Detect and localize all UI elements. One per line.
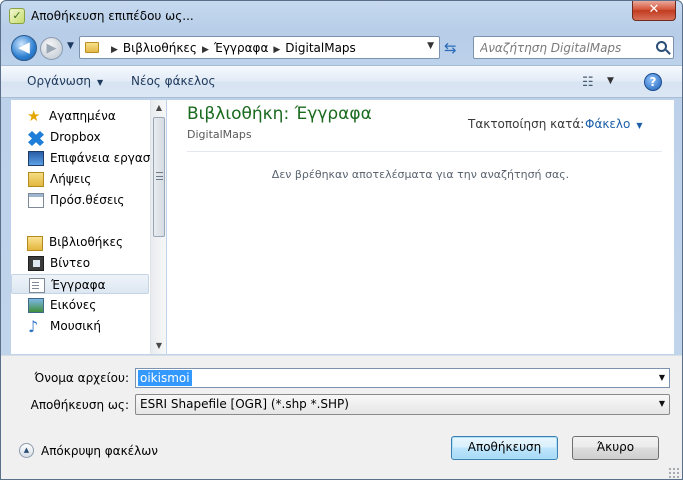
filename-value: oikismoi xyxy=(138,370,192,386)
scroll-thumb[interactable] xyxy=(153,117,165,237)
save-options-panel: Όνομα αρχείου: oikismoi ▼ Αποθήκευση ως:… xyxy=(1,355,682,479)
libraries-icon xyxy=(27,236,43,251)
qgis-app-icon: ✓ xyxy=(9,8,25,24)
sidebar-item-label: Βίντεο xyxy=(50,256,91,270)
sidebar-item-downloads[interactable]: Λήψεις xyxy=(11,169,149,189)
music-note-icon: ♪ xyxy=(28,317,39,336)
cancel-button[interactable]: Άκυρο xyxy=(572,436,659,460)
sidebar-item-label: Επιφάνεια εργασ xyxy=(50,151,150,165)
library-subtitle: DigitalMaps xyxy=(187,128,252,141)
resize-grip-icon[interactable] xyxy=(668,467,680,479)
desktop-icon xyxy=(28,151,44,166)
window-title: Αποθήκευση επιπέδου ως... xyxy=(31,9,194,23)
sidebar-item-music[interactable]: ♪ Μουσική xyxy=(11,316,149,336)
sidebar-item-pictures[interactable]: Εικόνες xyxy=(11,295,149,315)
sidebar-item-libraries[interactable]: Βιβλιοθήκες xyxy=(11,232,149,252)
refresh-icon[interactable]: ⇆ xyxy=(444,39,457,57)
organize-label: Οργάνωση xyxy=(27,74,92,88)
address-bar[interactable]: ▶ Βιβλιοθήκες ▶ Έγγραφα ▶ DigitalMaps ▼ xyxy=(79,36,440,59)
forward-button[interactable]: ▶ xyxy=(40,37,63,60)
sidebar-item-favorites[interactable]: ★ Αγαπημένα xyxy=(11,106,149,126)
navigation-pane: ★ Αγαπημένα Dropbox Επιφάνεια εργασ Λήψε… xyxy=(11,100,166,354)
back-button[interactable]: ◀ xyxy=(11,35,37,61)
sidebar-item-label: Μουσική xyxy=(50,319,101,333)
navigation-scrollbar[interactable]: ▲ ▼ xyxy=(150,100,166,354)
sidebar-item-label: Dropbox xyxy=(50,130,101,144)
sidebar-item-label: Πρόσ.θέσεις xyxy=(50,193,125,207)
video-icon xyxy=(28,256,44,271)
breadcrumb-documents[interactable]: Έγγραφα xyxy=(214,41,269,55)
pictures-icon xyxy=(28,298,44,313)
title-bar: ✓ Αποθήκευση επιπέδου ως... ✕ xyxy=(1,1,682,31)
arrange-by-value: Φάκελο xyxy=(585,117,631,131)
navigation-bar: ◀ ▶ ▼ ▶ Βιβλιοθήκες ▶ Έγγραφα ▶ DigitalMaps ▼… xyxy=(1,31,682,63)
breadcrumb-libraries[interactable]: Βιβλιοθήκες xyxy=(123,41,197,55)
save-as-type-label: Αποθήκευση ως: xyxy=(30,398,129,412)
save-as-type-value: ESRI Shapefile [OGR] (*.shp *.SHP) xyxy=(140,397,349,411)
grip-icon xyxy=(156,172,163,180)
arrange-by-label: Τακτοποίηση κατά: xyxy=(468,117,585,131)
chevron-down-icon: ▼ xyxy=(658,399,665,408)
chevron-up-icon: ▲ xyxy=(19,443,34,458)
library-title: Βιβλιοθήκη: Έγγραφα xyxy=(187,104,372,124)
search-icon[interactable] xyxy=(656,41,667,52)
filename-label: Όνομα αρχείου: xyxy=(34,371,130,385)
sidebar-item-dropbox[interactable]: Dropbox xyxy=(11,127,149,147)
new-folder-button[interactable]: Νέος φάκελος xyxy=(131,74,216,88)
sidebar-item-videos[interactable]: Βίντεο xyxy=(11,253,149,273)
documents-icon xyxy=(29,278,45,293)
breadcrumb-separator-icon[interactable]: ▶ xyxy=(273,45,280,55)
scroll-down-icon[interactable]: ▼ xyxy=(151,338,167,354)
chevron-down-icon: ▼ xyxy=(97,78,104,87)
sidebar-item-label: Αγαπημένα xyxy=(49,109,116,123)
dropbox-icon xyxy=(28,131,44,146)
empty-results-message: Δεν βρέθηκαν αποτελέσματα για την αναζήτ… xyxy=(271,168,570,181)
breadcrumb-digitalmaps[interactable]: DigitalMaps xyxy=(285,41,356,55)
scroll-up-icon[interactable]: ▲ xyxy=(151,100,167,116)
star-icon: ★ xyxy=(27,107,41,125)
sidebar-item-desktop[interactable]: Επιφάνεια εργασ xyxy=(11,148,150,168)
downloads-folder-icon xyxy=(28,172,44,187)
filename-field[interactable]: oikismoi ▼ xyxy=(135,368,670,388)
address-dropdown-icon[interactable]: ▼ xyxy=(427,41,434,51)
hide-folders-label: Απόκρυψη φακέλων xyxy=(41,444,158,458)
sidebar-item-label: Έγγραφα xyxy=(51,278,106,292)
search-box[interactable] xyxy=(473,36,674,59)
folder-icon xyxy=(85,42,99,53)
recent-locations-dropdown-icon[interactable]: ▼ xyxy=(67,41,74,51)
chevron-down-icon: ▼ xyxy=(636,121,643,130)
breadcrumb-separator-icon[interactable]: ▶ xyxy=(111,45,118,55)
sidebar-item-label: Βιβλιοθήκες xyxy=(49,235,124,249)
view-options-icon[interactable]: ☷ xyxy=(582,75,594,90)
view-dropdown-icon[interactable]: ▼ xyxy=(607,76,614,86)
sidebar-item-recent-places[interactable]: Πρόσ.θέσεις xyxy=(11,190,149,210)
sidebar-item-label: Λήψεις xyxy=(50,172,92,186)
save-button[interactable]: Αποθήκευση xyxy=(451,436,558,460)
save-layer-dialog: ✓ Αποθήκευση επιπέδου ως... ✕ ◀ ▶ ▼ ▶ Βιβ… xyxy=(0,0,683,480)
command-bar: Οργάνωση ▼ Νέος φάκελος ☷ ▼ ? xyxy=(1,65,682,98)
header-divider xyxy=(187,151,662,152)
sidebar-item-documents[interactable]: Έγγραφα xyxy=(11,274,149,294)
search-input[interactable] xyxy=(478,38,650,57)
file-list-pane[interactable]: Βιβλιοθήκη: Έγγραφα DigitalMaps Τακτοποί… xyxy=(167,100,674,354)
organize-menu[interactable]: Οργάνωση ▼ xyxy=(27,74,103,88)
breadcrumb-separator-icon[interactable]: ▶ xyxy=(202,45,209,55)
sidebar-item-label: Εικόνες xyxy=(50,298,97,312)
close-button[interactable]: ✕ xyxy=(632,1,676,21)
arrange-by-dropdown[interactable]: Φάκελο ▼ xyxy=(585,117,643,131)
save-as-type-select[interactable]: ESRI Shapefile [OGR] (*.shp *.SHP) ▼ xyxy=(135,394,670,415)
help-icon[interactable]: ? xyxy=(644,73,662,91)
breadcrumb: ▶ Βιβλιοθήκες ▶ Έγγραφα ▶ DigitalMaps xyxy=(106,41,356,55)
recent-places-icon xyxy=(28,193,44,208)
filename-dropdown-icon[interactable]: ▼ xyxy=(659,373,665,382)
